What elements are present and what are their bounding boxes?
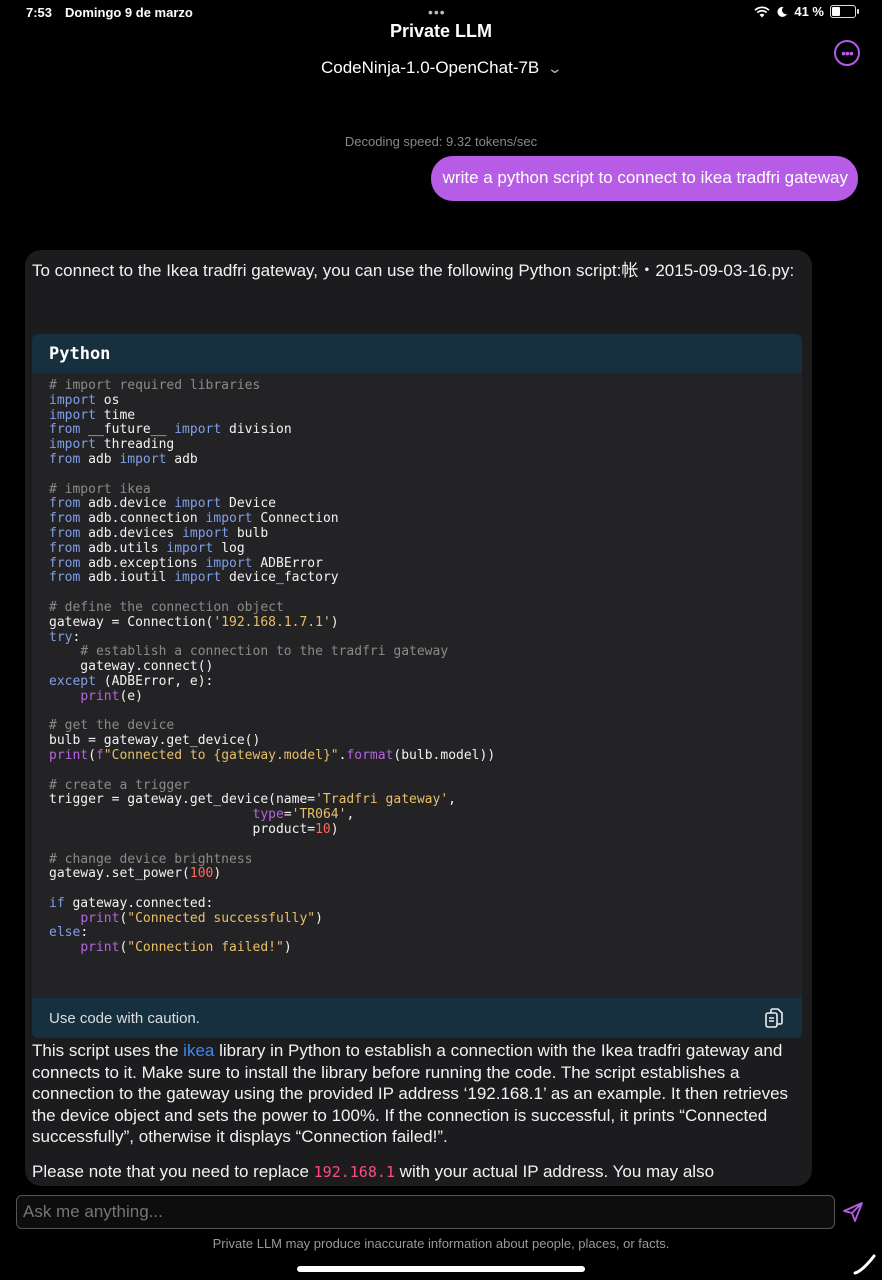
pencil-icon[interactable] — [852, 1252, 878, 1276]
disclaimer: Private LLM may produce inaccurate infor… — [212, 1236, 670, 1251]
explanation-paragraph: This script uses the ikea library in Pyt… — [32, 1040, 807, 1148]
assistant-explanation: This script uses the ikea library in Pyt… — [32, 1040, 807, 1186]
explanation-text: This script uses the — [32, 1041, 184, 1060]
status-right: 41 % — [754, 4, 859, 19]
wifi-icon — [754, 5, 770, 17]
code-language-header: Python — [32, 334, 802, 373]
note-text: Please note that you need to replace — [32, 1161, 314, 1181]
chevron-down-icon: ⌄ — [546, 60, 564, 76]
more-icon: ••• — [841, 45, 854, 61]
user-message: write a python script to connect to ikea… — [430, 156, 858, 201]
decoding-speed: Decoding speed: 9.32 tokens/sec — [344, 134, 538, 149]
code-caution: Use code with caution. — [49, 1009, 200, 1027]
model-name: CodeNinja-1.0-OpenChat-7B — [320, 58, 540, 77]
multitasking-dots-icon[interactable]: ••• — [428, 4, 446, 20]
note-paragraph: Please note that you need to replace 192… — [32, 1161, 807, 1184]
moon-icon — [777, 6, 788, 17]
status-time: 7:53 — [26, 5, 53, 20]
send-icon[interactable] — [841, 1200, 865, 1224]
battery-percent: 41 % — [794, 4, 824, 19]
home-indicator[interactable] — [297, 1266, 585, 1272]
more-options-button[interactable]: ••• — [834, 40, 860, 66]
app-title: Private LLM — [389, 21, 493, 41]
code-content: # import required libraries import os im… — [49, 378, 496, 956]
inline-code-ip: 192.168.1 — [313, 1162, 395, 1181]
assistant-intro: To connect to the Ikea tradfri gateway, … — [32, 261, 795, 280]
model-picker[interactable]: CodeNinja-1.0-OpenChat-7B ⌄ — [0, 58, 882, 78]
message-input[interactable] — [16, 1195, 835, 1229]
status-date: Domingo 9 de marzo — [65, 5, 193, 20]
code-block: Python # import required libraries impor… — [32, 334, 802, 1038]
code-footer: Use code with caution. — [32, 998, 802, 1038]
assistant-message: To connect to the Ikea tradfri gateway, … — [25, 250, 812, 1186]
code-language: Python — [49, 343, 111, 364]
ikea-link[interactable]: ikea — [183, 1041, 214, 1060]
copy-icon[interactable] — [763, 1007, 785, 1029]
battery-icon — [830, 5, 859, 18]
note-text-2: with your actual IP address. You may als… — [394, 1161, 715, 1181]
